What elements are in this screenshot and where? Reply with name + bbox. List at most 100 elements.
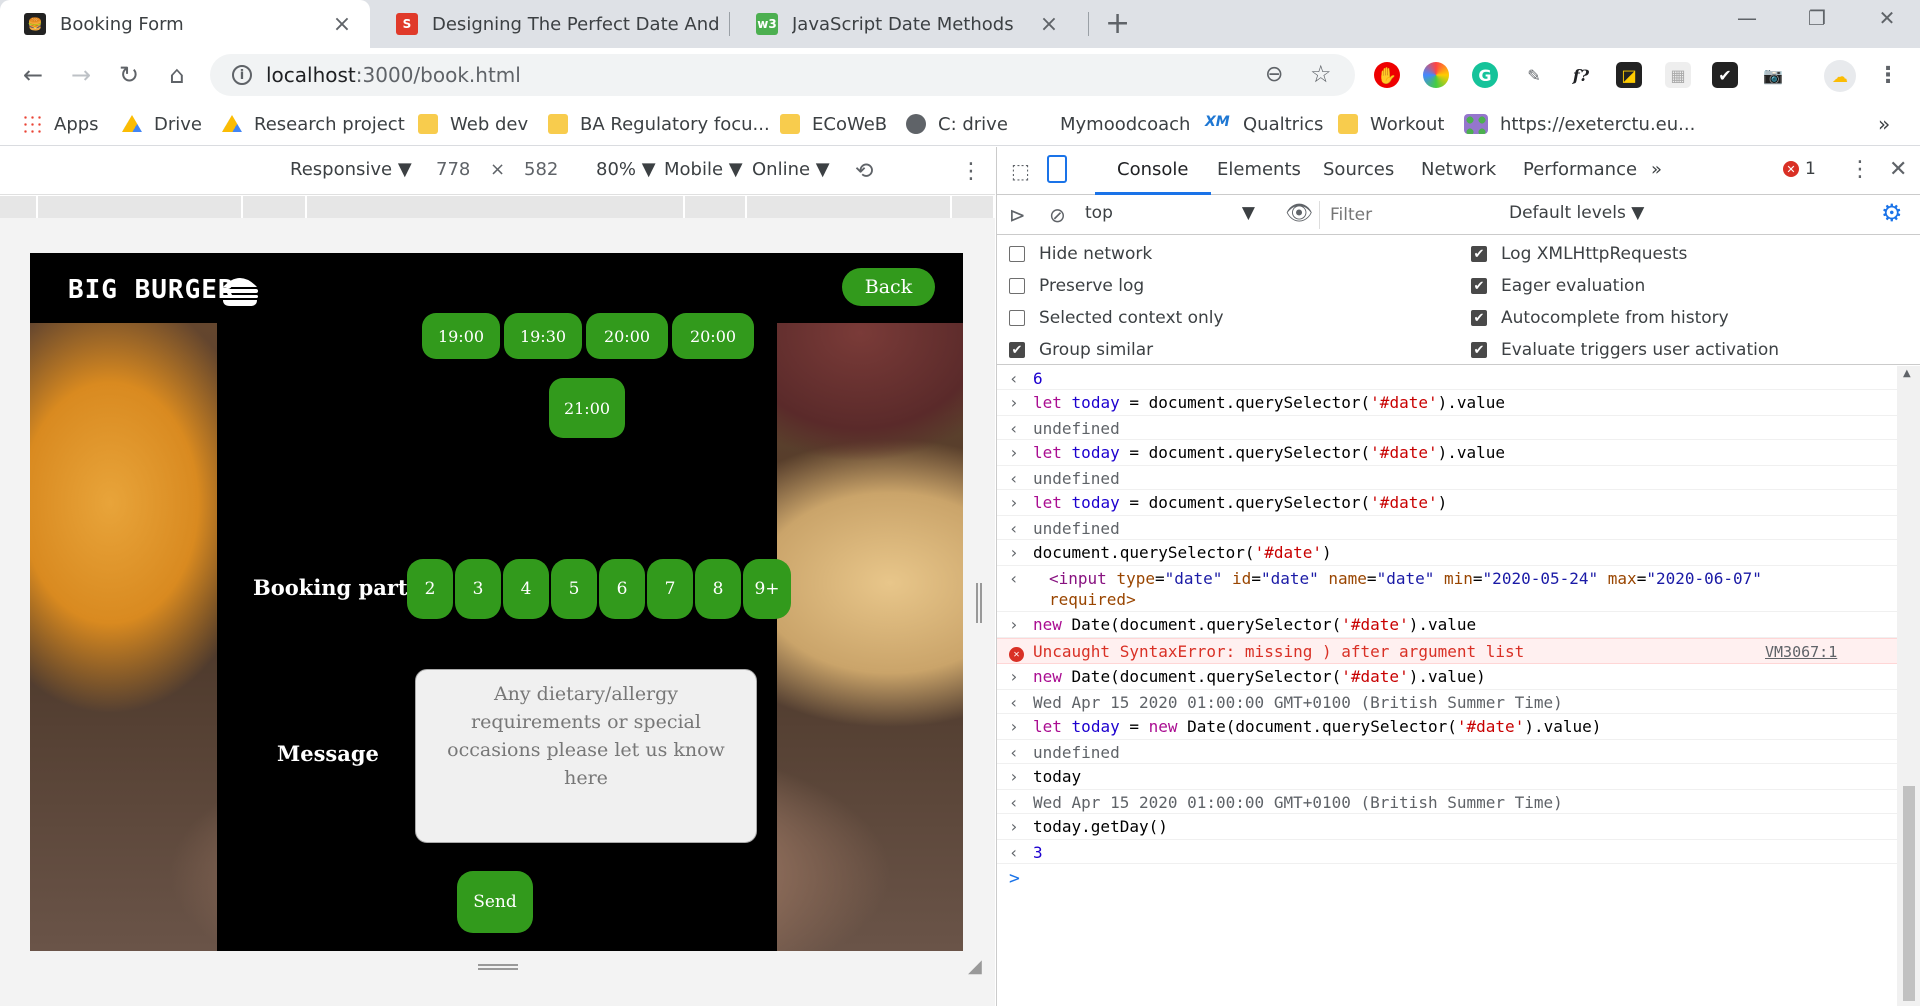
minimize-icon[interactable]: — xyxy=(1712,0,1782,36)
camera-icon[interactable]: 📷 xyxy=(1760,62,1786,88)
tab-elements[interactable]: Elements xyxy=(1217,159,1301,180)
party-size-button[interactable]: 3 xyxy=(455,559,501,619)
inspect-element-icon[interactable]: ⬚ xyxy=(1011,159,1030,183)
checkbox-checked[interactable]: ✔ xyxy=(1471,278,1487,294)
error-counter[interactable]: ✕ 1 xyxy=(1783,159,1816,179)
grammarly-icon[interactable]: G xyxy=(1472,62,1498,88)
corner-resize-icon[interactable]: ◢ xyxy=(968,956,982,977)
bookmark-mymoodcoach[interactable]: Mymoodcoach xyxy=(1060,110,1190,138)
console-output-line[interactable]: ‹ undefined xyxy=(997,466,1897,490)
console-input-line[interactable]: › let today = document.querySelector('#da… xyxy=(997,440,1897,466)
time-slot-button[interactable]: 19:30 xyxy=(504,313,582,359)
colorpick-icon[interactable] xyxy=(1423,62,1449,88)
setting-autocomplete[interactable]: ✔ Autocomplete from history xyxy=(1471,308,1729,328)
checkbox-checked[interactable]: ✔ xyxy=(1009,342,1025,358)
send-button[interactable]: Send xyxy=(457,871,533,933)
console-output-line[interactable]: ‹ Wed Apr 15 2020 01:00:00 GMT+0100 (Brit… xyxy=(997,690,1897,714)
party-size-button[interactable]: 5 xyxy=(551,559,597,619)
bookmark-drive[interactable]: Drive xyxy=(122,110,202,138)
profile-avatar[interactable]: ☁ xyxy=(1824,60,1856,92)
time-slot-button[interactable]: 21:00 xyxy=(549,378,625,438)
zoom-out-icon[interactable]: ⊖ xyxy=(1265,62,1283,87)
bookmark-ecoweb[interactable]: ECoWeB xyxy=(780,110,887,138)
console-output[interactable]: ‹ 6 › let today = document.querySelector('#… xyxy=(997,366,1897,1006)
checkbox[interactable] xyxy=(1009,246,1025,262)
close-icon[interactable]: × xyxy=(330,12,354,37)
checkbox-checked[interactable]: ✔ xyxy=(1471,342,1487,358)
console-input-line[interactable]: › let today = new Date(document.querySele… xyxy=(997,714,1897,740)
time-slot-button[interactable]: 19:00 xyxy=(422,313,500,359)
devtools-menu-icon[interactable]: ⋮ xyxy=(1849,157,1871,182)
console-filter-input[interactable] xyxy=(1319,201,1489,229)
live-expression-eye-icon[interactable]: 👁 xyxy=(1285,201,1313,226)
bookmark-qualtrics[interactable]: XM Qualtrics xyxy=(1205,110,1323,138)
console-output-line[interactable]: ‹ undefined xyxy=(997,416,1897,440)
checkbox[interactable] xyxy=(1009,310,1025,326)
width-resize-handle[interactable] xyxy=(976,583,982,623)
tab-booking-form[interactable]: 🍔 Booking Form × xyxy=(0,0,370,48)
rotate-icon[interactable]: ⟲ xyxy=(855,159,873,184)
time-slot-button[interactable]: 20:00 xyxy=(586,313,668,359)
console-input-line[interactable]: › new Date(document.querySelector('#date'… xyxy=(997,612,1897,638)
device-height-input[interactable]: 582 xyxy=(524,159,558,180)
tab-sources[interactable]: Sources xyxy=(1323,159,1394,180)
party-size-button[interactable]: 4 xyxy=(503,559,549,619)
setting-selected-context[interactable]: Selected context only xyxy=(1009,308,1224,328)
checkbox[interactable] xyxy=(1009,278,1025,294)
checkbox-checked[interactable]: ✔ xyxy=(1471,310,1487,326)
star-icon[interactable]: ☆ xyxy=(1310,60,1332,88)
setting-preserve-log[interactable]: Preserve log xyxy=(1009,276,1144,296)
console-input-line[interactable]: › new Date(document.querySelector('#date'… xyxy=(997,664,1897,690)
address-bar[interactable]: i localhost:3000/book.html ⊖ ☆ xyxy=(210,54,1355,96)
scroll-up-icon[interactable]: ▲ xyxy=(1903,368,1911,379)
console-output-line[interactable]: ‹ undefined xyxy=(997,516,1897,540)
sidebar-toggle-icon[interactable]: ⊳ xyxy=(1009,203,1026,227)
console-output-line[interactable]: ‹ undefined xyxy=(997,740,1897,764)
tab-designing-date[interactable]: S Designing The Perfect Date And xyxy=(372,0,727,48)
media-query-bar[interactable] xyxy=(0,196,995,218)
console-input-line[interactable]: › let today = document.querySelector('#da… xyxy=(997,490,1897,516)
adblock-icon[interactable]: ✋ xyxy=(1374,62,1400,88)
device-toggle-icon[interactable] xyxy=(1047,155,1067,183)
dark-ext-icon[interactable]: ◪ xyxy=(1616,62,1642,88)
bookmark-cdrive[interactable]: C: drive xyxy=(906,110,1008,138)
grid-ext-icon[interactable]: ▦ xyxy=(1665,62,1691,88)
fonts-icon[interactable]: f? xyxy=(1568,62,1594,88)
tab-network[interactable]: Network xyxy=(1421,159,1496,180)
info-icon[interactable]: i xyxy=(232,65,252,85)
party-size-button[interactable]: 2 xyxy=(407,559,453,619)
party-size-button[interactable]: 8 xyxy=(695,559,741,619)
window-close-icon[interactable]: ✕ xyxy=(1852,0,1920,36)
eyedropper-icon[interactable]: ✎ xyxy=(1521,62,1547,88)
console-output-line[interactable]: ‹ 3 xyxy=(997,840,1897,864)
console-output-continuation[interactable]: required> xyxy=(997,590,1897,612)
tab-console[interactable]: Console xyxy=(1117,159,1188,180)
console-output-line[interactable]: ‹ 6 xyxy=(997,366,1897,390)
site-logo[interactable]: BIG BURGER xyxy=(68,275,235,305)
time-slot-button[interactable]: 20:00 xyxy=(672,313,754,359)
forward-arrow-icon[interactable]: → xyxy=(66,60,96,90)
reload-icon[interactable]: ↻ xyxy=(114,60,144,90)
console-error-line[interactable]: VM3067:1 ✕ Uncaught SyntaxError: missing )… xyxy=(997,638,1897,664)
console-input-line[interactable]: › document.querySelector('#date') xyxy=(997,540,1897,566)
error-source-link[interactable]: VM3067:1 xyxy=(1765,643,1837,661)
kebab-menu-icon[interactable]: ⋮ xyxy=(1875,62,1901,88)
setting-group-similar[interactable]: ✔ Group similar xyxy=(1009,340,1153,360)
checkbox-checked[interactable]: ✔ xyxy=(1471,246,1487,262)
console-output-line[interactable]: ‹ Wed Apr 15 2020 01:00:00 GMT+0100 (Brit… xyxy=(997,790,1897,814)
setting-eager-eval[interactable]: ✔ Eager evaluation xyxy=(1471,276,1645,296)
network-throttle-select[interactable]: Online ▼ xyxy=(752,159,830,180)
party-size-button[interactable]: 7 xyxy=(647,559,693,619)
more-tabs-icon[interactable]: » xyxy=(1651,159,1662,180)
bookmark-ba-regulatory[interactable]: BA Regulatory focu... xyxy=(548,110,770,138)
bookmark-webdev[interactable]: Web dev xyxy=(418,110,528,138)
setting-log-xhr[interactable]: ✔ Log XMLHttpRequests xyxy=(1471,244,1687,264)
clear-console-icon[interactable]: ⊘ xyxy=(1049,203,1066,227)
console-output-line[interactable]: ‹ <input type="date" id="date" name="date… xyxy=(997,566,1897,590)
new-tab-plus-icon[interactable]: + xyxy=(1105,6,1130,41)
bookmarks-overflow-icon[interactable]: » xyxy=(1878,110,1890,138)
bookmark-research[interactable]: Research project xyxy=(222,110,405,138)
console-input-line[interactable]: › let today = document.querySelector('#da… xyxy=(997,390,1897,416)
party-size-button[interactable]: 6 xyxy=(599,559,645,619)
context-select[interactable]: top ▼ xyxy=(1085,203,1265,223)
